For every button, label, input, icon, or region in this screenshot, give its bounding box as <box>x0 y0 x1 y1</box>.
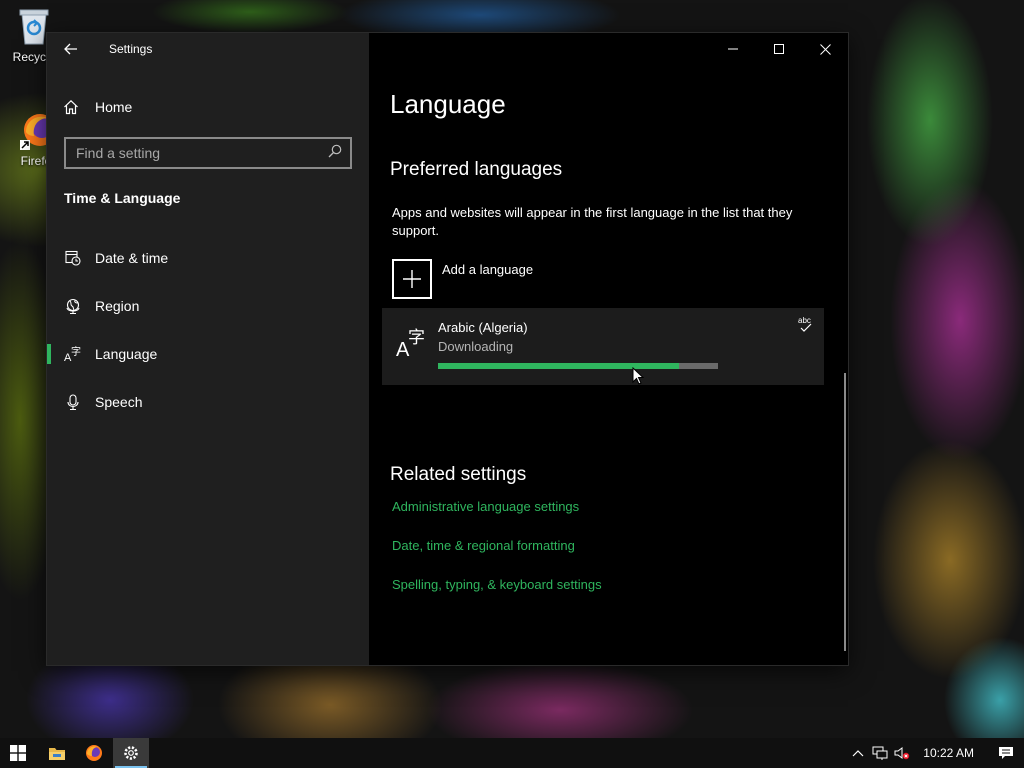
maximize-icon <box>774 44 784 54</box>
add-language-button[interactable]: Add a language <box>392 259 533 299</box>
content-scrollbar[interactable] <box>844 373 846 651</box>
svg-text:字: 字 <box>408 328 425 348</box>
microphone-icon <box>64 393 82 411</box>
search-icon[interactable] <box>328 144 342 163</box>
network-icon <box>872 746 888 760</box>
start-button[interactable] <box>0 738 36 768</box>
windows-logo-icon <box>10 745 26 761</box>
sidebar-item-label: Region <box>95 298 140 314</box>
action-center-button[interactable] <box>988 738 1024 768</box>
add-language-label: Add a language <box>442 262 534 277</box>
taskbar-firefox[interactable] <box>76 738 112 768</box>
mouse-cursor-icon <box>632 367 644 385</box>
clock-calendar-icon <box>64 249 82 267</box>
page-title: Language <box>390 89 506 119</box>
preferred-languages-description: Apps and websites will appear in the fir… <box>392 205 793 238</box>
section-title: Time & Language <box>64 190 181 206</box>
app-title: Settings <box>109 42 153 56</box>
search-box[interactable] <box>64 137 352 169</box>
taskbar-clock[interactable]: 10:22 AM <box>913 746 988 760</box>
minimize-button[interactable] <box>710 33 756 65</box>
maximize-button[interactable] <box>756 33 802 65</box>
network-tray-button[interactable] <box>869 738 891 768</box>
sidebar-item-label: Speech <box>95 394 143 410</box>
folder-icon <box>49 748 65 760</box>
firefox-icon <box>86 745 102 761</box>
taskbar: 10:22 AM <box>0 738 1024 768</box>
settings-window: Settings Home Time & Language <box>47 33 848 665</box>
admin-language-settings-link[interactable]: Administrative language settings <box>392 499 579 514</box>
globe-icon <box>64 297 82 315</box>
close-button[interactable] <box>802 33 848 65</box>
minimize-icon <box>728 48 738 50</box>
system-tray: 10:22 AM <box>847 738 1024 768</box>
back-button[interactable] <box>59 37 83 61</box>
gear-icon <box>124 746 138 760</box>
taskbar-settings[interactable] <box>113 738 149 768</box>
related-settings-heading: Related settings <box>390 464 527 485</box>
volume-tray-button[interactable] <box>891 738 913 768</box>
preferred-languages-heading: Preferred languages <box>390 159 563 180</box>
home-icon <box>63 99 83 115</box>
settings-content: Language Preferred languages Apps and we… <box>369 33 848 665</box>
download-progress-bar <box>438 363 718 369</box>
sidebar-item-language[interactable]: A 字 Language <box>47 330 369 378</box>
svg-text:字: 字 <box>71 346 81 358</box>
sidebar-nav: Date & time Region A 字 Language Speech <box>47 234 369 426</box>
close-icon <box>819 43 831 55</box>
language-list-item[interactable]: A 字 Arabic (Algeria) Downloading abc <box>382 308 824 385</box>
date-time-regional-formatting-link[interactable]: Date, time & regional formatting <box>392 538 575 553</box>
notification-icon <box>999 747 1013 759</box>
search-input[interactable] <box>76 145 328 161</box>
sidebar-item-date-time[interactable]: Date & time <box>47 234 369 282</box>
spellcheck-icon-text: abc <box>798 316 811 325</box>
taskbar-file-explorer[interactable] <box>39 738 75 768</box>
spellcheck-icon: abc <box>798 316 814 334</box>
language-icon: A 字 <box>64 345 82 363</box>
sidebar-item-label: Language <box>95 346 158 362</box>
title-bar: Settings <box>47 33 369 65</box>
sidebar-item-speech[interactable]: Speech <box>47 378 369 426</box>
sidebar-item-label: Date & time <box>95 250 169 266</box>
language-icon: A 字 <box>396 326 428 361</box>
language-name: Arabic (Algeria) <box>438 320 528 335</box>
sidebar-item-region[interactable]: Region <box>47 282 369 330</box>
home-label: Home <box>95 99 133 115</box>
show-hidden-icons-button[interactable] <box>847 738 869 768</box>
language-status: Downloading <box>438 339 514 354</box>
volume-muted-icon <box>894 747 910 760</box>
back-arrow-icon <box>64 43 77 55</box>
home-nav-item[interactable]: Home <box>63 95 132 119</box>
settings-sidebar: Settings Home Time & Language <box>47 33 369 665</box>
spelling-typing-keyboard-settings-link[interactable]: Spelling, typing, & keyboard settings <box>392 577 602 592</box>
plus-icon <box>392 259 432 299</box>
chevron-up-icon <box>852 750 864 757</box>
window-caption-buttons <box>710 33 848 65</box>
